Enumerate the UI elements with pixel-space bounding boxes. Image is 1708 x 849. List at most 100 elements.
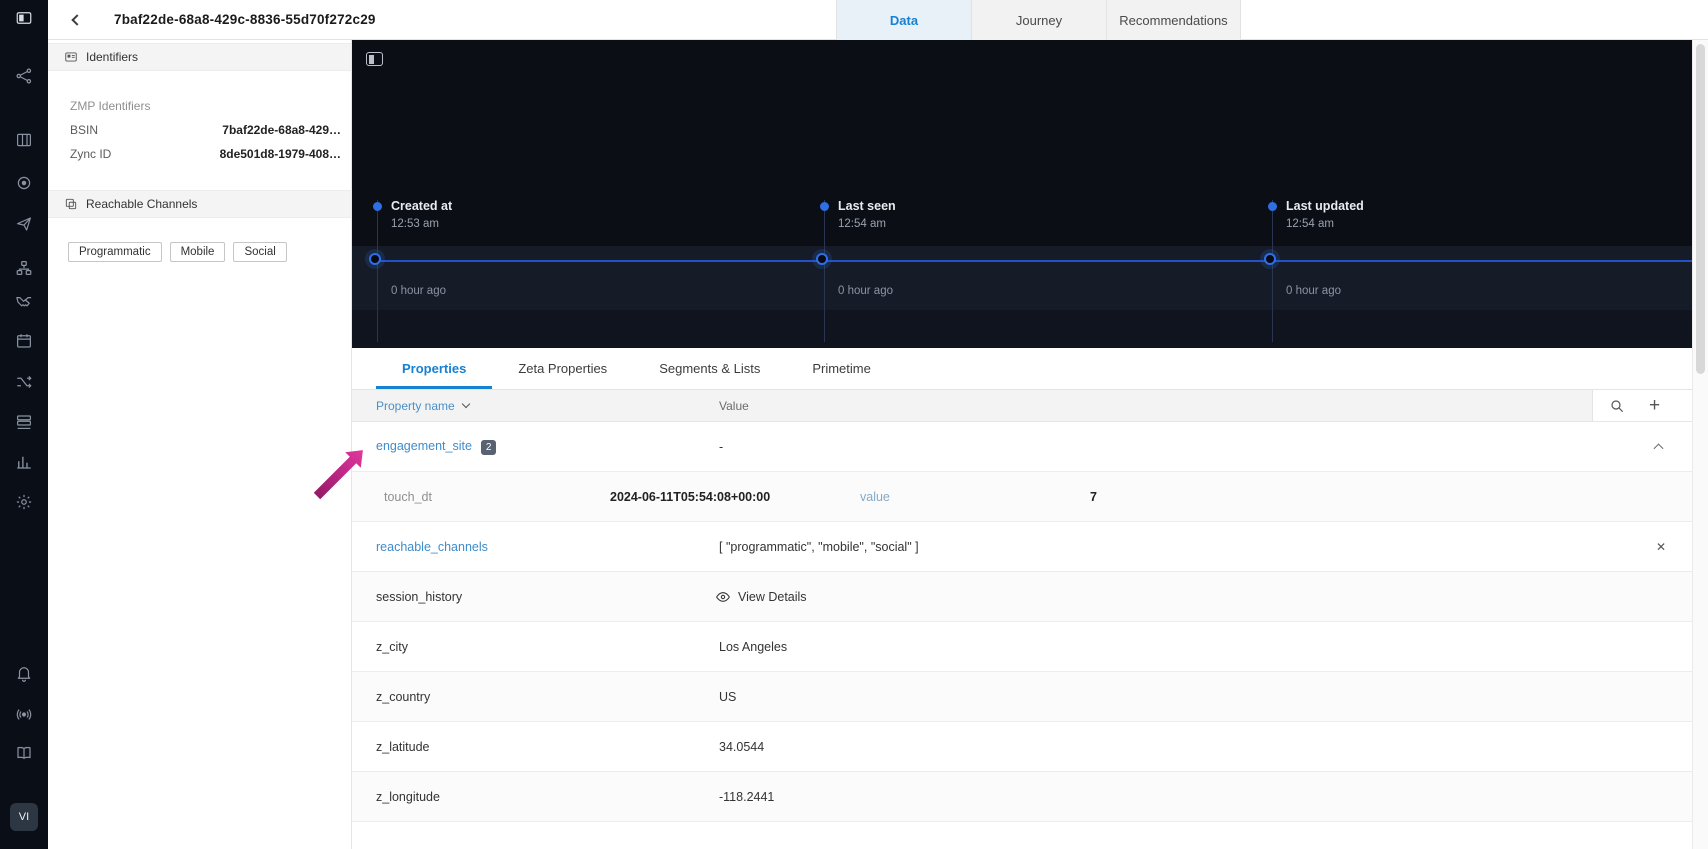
- dashboards-icon[interactable]: [12, 128, 36, 152]
- zmp-identifiers-label: ZMP Identifiers: [70, 99, 351, 113]
- identifier-row: Zync ID 8de501d8-1979-408…: [70, 147, 341, 161]
- remove-row-icon[interactable]: ✕: [1656, 540, 1666, 554]
- property-name-text: z_latitude: [376, 740, 430, 754]
- audiences-target-icon[interactable]: [12, 171, 36, 195]
- timeline-event-ago: 0 hour ago: [391, 285, 446, 297]
- channel-chip-programmatic[interactable]: Programmatic: [68, 242, 162, 262]
- flows-split-icon[interactable]: [12, 370, 36, 394]
- journeys-icon[interactable]: [12, 64, 36, 88]
- table-row-z_longitude: z_longitude -118.2441: [352, 772, 1692, 822]
- sort-by-property-name[interactable]: Property name: [376, 399, 469, 413]
- subproperty-value-label: value: [860, 490, 890, 504]
- timeline-node-icon[interactable]: [369, 253, 381, 265]
- activity-timeline: Created at 12:53 am 0 hour ago Last seen…: [352, 40, 1692, 348]
- identifier-value: 8de501d8-1979-408…: [220, 147, 341, 161]
- channel-chip-mobile[interactable]: Mobile: [170, 242, 226, 262]
- calendar-icon[interactable]: [12, 329, 36, 353]
- tab-zeta-properties[interactable]: Zeta Properties: [492, 348, 633, 389]
- profile-page: VI 7baf22de-68a8-429c-8836-55d70f272c29 …: [0, 0, 1708, 849]
- add-property-button[interactable]: +: [1649, 396, 1660, 415]
- page-title: 7baf22de-68a8-429c-8836-55d70f272c29: [114, 12, 376, 27]
- tab-segments-lists[interactable]: Segments & Lists: [633, 348, 786, 389]
- table-row-session_history: session_history View Details: [352, 572, 1692, 622]
- identifier-label: Zync ID: [70, 147, 111, 161]
- table-row-z_city: z_city Los Angeles: [352, 622, 1692, 672]
- property-name-text: z_country: [376, 690, 430, 704]
- partners-handshake-icon[interactable]: [12, 289, 36, 313]
- left-icon-rail: VI: [0, 0, 48, 849]
- settings-gear-icon[interactable]: [12, 490, 36, 514]
- timeline-dot-icon: [820, 202, 829, 211]
- collapse-panel-icon[interactable]: [366, 52, 383, 66]
- timeline-event-time: 12:54 am: [838, 218, 886, 230]
- table-row-reachable_channels: reachable_channels [ "programmatic", "mo…: [352, 522, 1692, 572]
- identifier-label: BSIN: [70, 123, 98, 137]
- timeline-axis-line: [377, 260, 1692, 262]
- property-name-link[interactable]: engagement_site 2: [376, 439, 496, 455]
- property-value: Los Angeles: [719, 640, 787, 654]
- timeline-event-title: Created at: [391, 199, 452, 213]
- reachable-channels-section-header[interactable]: Reachable Channels: [48, 190, 351, 218]
- app-logo-icon[interactable]: [12, 6, 36, 30]
- search-icon[interactable]: [1609, 398, 1625, 414]
- property-value: -118.2441: [719, 790, 774, 804]
- user-avatar[interactable]: VI: [10, 803, 38, 831]
- view-details-label: View Details: [738, 590, 807, 604]
- channel-chip-social[interactable]: Social: [233, 242, 286, 262]
- chevron-left-icon: [71, 14, 82, 25]
- detail-tab-bar: Properties Zeta Properties Segments & Li…: [352, 348, 1692, 390]
- property-name-link[interactable]: reachable_channels: [376, 540, 488, 554]
- identifier-row: BSIN 7baf22de-68a8-429…: [70, 123, 341, 137]
- identifier-value: 7baf22de-68a8-429…: [222, 123, 341, 137]
- identifiers-section-header[interactable]: Identifiers: [48, 43, 351, 71]
- vertical-scrollbar[interactable]: [1692, 40, 1708, 849]
- tab-journey[interactable]: Journey: [971, 0, 1106, 40]
- timeline-guide-line: [824, 200, 825, 342]
- table-row-z_country: z_country US: [352, 672, 1692, 722]
- timeline-node-icon[interactable]: [1264, 253, 1276, 265]
- tab-properties[interactable]: Properties: [376, 348, 492, 389]
- data-stack-icon[interactable]: [12, 410, 36, 434]
- channel-chips: Programmatic Mobile Social: [68, 242, 351, 262]
- back-button[interactable]: [64, 9, 86, 31]
- eye-icon: [715, 589, 731, 605]
- count-badge: 2: [481, 440, 497, 455]
- scrollbar-thumb[interactable]: [1696, 44, 1705, 374]
- campaigns-send-icon[interactable]: [12, 212, 36, 236]
- collapse-row-icon[interactable]: [1654, 443, 1664, 453]
- broadcast-icon[interactable]: [12, 701, 36, 725]
- subproperty-count: 7: [1090, 490, 1097, 504]
- reports-chart-icon[interactable]: [12, 450, 36, 474]
- timeline-guide-line: [377, 200, 378, 342]
- channels-icon: [64, 197, 78, 211]
- tab-data[interactable]: Data: [836, 0, 971, 40]
- tab-primetime[interactable]: Primetime: [786, 348, 897, 389]
- table-row-partial: [352, 822, 1692, 849]
- timeline-event-ago: 0 hour ago: [1286, 285, 1341, 297]
- identifiers-panel: Identifiers ZMP Identifiers BSIN 7baf22d…: [48, 40, 352, 849]
- timeline-event-time: 12:53 am: [391, 218, 439, 230]
- notifications-bell-icon[interactable]: [12, 661, 36, 685]
- table-row-z_latitude: z_latitude 34.0544: [352, 722, 1692, 772]
- timeline-node-icon[interactable]: [816, 253, 828, 265]
- reachable-channels-section-title: Reachable Channels: [86, 197, 197, 211]
- property-value: -: [719, 440, 723, 454]
- timeline-dot-icon: [1268, 202, 1277, 211]
- properties-table-header: Property name Value +: [352, 390, 1692, 422]
- org-chart-icon[interactable]: [12, 256, 36, 280]
- property-name-text: engagement_site: [376, 439, 472, 453]
- property-name-column-label: Property name: [376, 399, 455, 413]
- tab-recommendations[interactable]: Recommendations: [1106, 0, 1241, 40]
- property-name-text: z_city: [376, 640, 408, 654]
- value-column-label: Value: [719, 399, 749, 413]
- property-value: US: [719, 690, 736, 704]
- top-tab-bar: Data Journey Recommendations: [836, 0, 1241, 40]
- timeline-footer-band: [352, 310, 1692, 348]
- timeline-event-title: Last updated: [1286, 199, 1364, 213]
- timeline-band: [352, 246, 1692, 310]
- subproperty-timestamp: 2024-06-11T05:54:08+00:00: [610, 490, 770, 504]
- view-details-button[interactable]: View Details: [715, 589, 807, 605]
- top-bar: 7baf22de-68a8-429c-8836-55d70f272c29 Dat…: [48, 0, 1708, 40]
- property-value: [ "programmatic", "mobile", "social" ]: [719, 540, 919, 554]
- docs-book-icon[interactable]: [12, 741, 36, 765]
